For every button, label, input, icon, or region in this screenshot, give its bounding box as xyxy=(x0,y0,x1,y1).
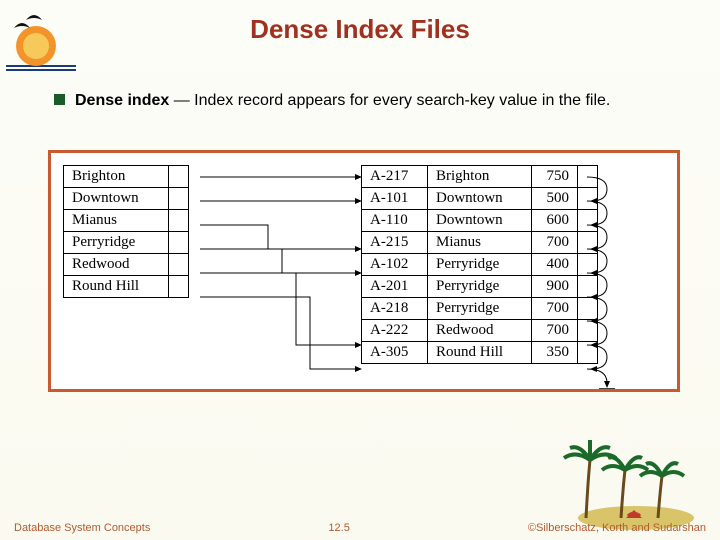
palm-trees-deco xyxy=(546,440,696,530)
sun-logo xyxy=(6,6,76,76)
bullet-rest: — Index record appears for every search-… xyxy=(169,92,610,109)
bullet-icon xyxy=(54,94,65,105)
pointer-arrows xyxy=(57,159,677,389)
bullet-text: Dense index — Index record appears for e… xyxy=(75,90,610,112)
footer-center: 12.5 xyxy=(328,522,349,534)
footer: Database System Concepts 12.5 ©Silbersch… xyxy=(0,522,720,534)
bullet-bold: Dense index xyxy=(75,92,169,109)
dense-index-figure: BrightonDowntownMianusPerryridgeRedwoodR… xyxy=(48,150,680,392)
bullet-block: Dense index — Index record appears for e… xyxy=(54,90,680,112)
footer-right: ©Silberschatz, Korth and Sudarshan xyxy=(528,522,706,534)
slide-title: Dense Index Files xyxy=(0,0,720,45)
footer-left: Database System Concepts xyxy=(14,522,150,534)
